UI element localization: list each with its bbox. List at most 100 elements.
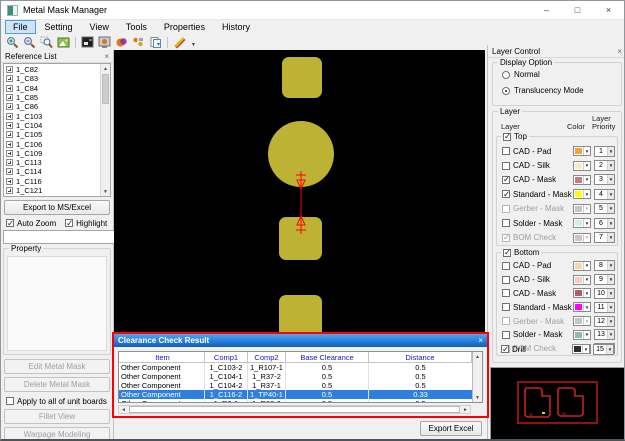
highlight-checkbox[interactable] bbox=[65, 219, 73, 227]
expand-icon[interactable] bbox=[6, 103, 13, 110]
minimize-button[interactable]: – bbox=[531, 1, 562, 19]
list-item[interactable]: 1_C113 bbox=[4, 158, 100, 167]
table-scrollbar[interactable] bbox=[472, 352, 482, 402]
color-dropdown[interactable] bbox=[573, 316, 591, 326]
list-item[interactable]: 1_C116 bbox=[4, 177, 100, 186]
component-dots-icon[interactable] bbox=[131, 35, 146, 49]
priority-dropdown[interactable]: 5 bbox=[594, 203, 615, 214]
color-dropdown[interactable] bbox=[573, 261, 591, 271]
col-base-clearance[interactable]: Base Clearance bbox=[286, 352, 369, 362]
translucency-radio[interactable] bbox=[502, 87, 510, 95]
scrollbar-thumb[interactable] bbox=[102, 74, 109, 104]
priority-dropdown[interactable]: 13 bbox=[594, 329, 615, 340]
layer-checkbox[interactable] bbox=[502, 162, 510, 170]
color-dropdown[interactable] bbox=[573, 218, 591, 228]
col-comp2[interactable]: Comp2 bbox=[248, 352, 286, 362]
scroll-right-icon[interactable] bbox=[461, 406, 470, 413]
list-item[interactable]: 1_C114 bbox=[4, 167, 100, 176]
expand-icon[interactable] bbox=[6, 150, 13, 157]
layer-checkbox[interactable] bbox=[502, 219, 510, 227]
copy-report-icon[interactable] bbox=[148, 35, 163, 49]
scroll-down-icon[interactable] bbox=[473, 393, 482, 402]
list-item[interactable]: 1_C85 bbox=[4, 93, 100, 102]
layer-checkbox[interactable] bbox=[502, 262, 510, 270]
list-item[interactable]: 1_C122 bbox=[4, 195, 100, 196]
translucency-icon[interactable] bbox=[114, 35, 129, 49]
expand-icon[interactable] bbox=[6, 141, 13, 148]
list-item[interactable]: 1_C106 bbox=[4, 139, 100, 148]
normal-option[interactable]: Normal bbox=[502, 70, 621, 79]
col-item[interactable]: Item bbox=[119, 352, 205, 362]
expand-icon[interactable] bbox=[6, 178, 13, 185]
drill-checkbox[interactable] bbox=[501, 345, 509, 353]
list-item[interactable]: 1_C84 bbox=[4, 84, 100, 93]
expand-icon[interactable] bbox=[6, 187, 13, 194]
clearance-close-icon[interactable]: × bbox=[478, 336, 483, 345]
expand-icon[interactable] bbox=[6, 94, 13, 101]
scroll-left-icon[interactable] bbox=[119, 406, 128, 413]
color-dropdown[interactable] bbox=[573, 175, 591, 185]
snapshot-icon[interactable] bbox=[56, 35, 71, 49]
auto-zoom-checkbox[interactable] bbox=[6, 219, 14, 227]
priority-dropdown[interactable]: 3 bbox=[594, 174, 615, 185]
panel-close-icon[interactable]: × bbox=[104, 52, 109, 61]
list-item[interactable]: 1_C104 bbox=[4, 121, 100, 130]
list-item[interactable]: 1_C105 bbox=[4, 130, 100, 139]
list-item[interactable]: 1_C103 bbox=[4, 111, 100, 120]
layer-checkbox[interactable] bbox=[502, 234, 510, 242]
layer-checkbox[interactable] bbox=[502, 190, 510, 198]
layer-checkbox[interactable] bbox=[502, 147, 510, 155]
maximize-button[interactable]: □ bbox=[562, 1, 593, 19]
scroll-down-icon[interactable] bbox=[101, 187, 110, 196]
list-item[interactable]: 1_C121 bbox=[4, 186, 100, 195]
zoom-out-icon[interactable] bbox=[22, 35, 37, 49]
design-canvas[interactable] bbox=[114, 50, 485, 332]
export-excel-button[interactable]: Export Excel bbox=[420, 421, 482, 436]
color-dropdown[interactable] bbox=[573, 189, 591, 199]
edit-metal-mask-button[interactable]: Edit Metal Mask bbox=[4, 359, 110, 374]
color-dropdown[interactable] bbox=[573, 146, 591, 156]
priority-dropdown[interactable]: 10 bbox=[594, 288, 615, 299]
delete-metal-mask-button[interactable]: Delete Metal Mask bbox=[4, 377, 110, 392]
normal-radio[interactable] bbox=[502, 71, 510, 79]
color-dropdown[interactable] bbox=[573, 330, 591, 340]
scrollbar-thumb[interactable] bbox=[129, 406, 460, 413]
search-input[interactable] bbox=[3, 230, 119, 244]
table-row[interactable]: Other Component1_C104-21_R37-10.50.5 bbox=[119, 381, 472, 390]
bottom-checkbox[interactable] bbox=[503, 249, 511, 257]
priority-dropdown[interactable]: 2 bbox=[594, 160, 615, 171]
color-dropdown[interactable] bbox=[573, 275, 591, 285]
expand-icon[interactable] bbox=[6, 131, 13, 138]
list-scrollbar[interactable] bbox=[100, 64, 110, 196]
menu-history[interactable]: History bbox=[214, 20, 258, 34]
expand-icon[interactable] bbox=[6, 66, 13, 73]
menu-tools[interactable]: Tools bbox=[118, 20, 155, 34]
display-board-icon[interactable] bbox=[80, 35, 95, 49]
menu-properties[interactable]: Properties bbox=[156, 20, 213, 34]
layer-checkbox[interactable] bbox=[502, 289, 510, 297]
priority-dropdown[interactable]: 15 bbox=[593, 344, 614, 355]
layer-checkbox[interactable] bbox=[502, 176, 510, 184]
table-row-selected[interactable]: Other Component1_C116-21_TP40-10.50.33 bbox=[119, 390, 472, 399]
clearance-title-bar[interactable]: Clearance Check Result × bbox=[114, 334, 487, 347]
color-dropdown[interactable] bbox=[573, 233, 591, 243]
color-dropdown[interactable] bbox=[573, 161, 591, 171]
priority-dropdown[interactable]: 6 bbox=[594, 218, 615, 229]
display-mask-icon[interactable] bbox=[97, 35, 112, 49]
expand-icon[interactable] bbox=[6, 122, 13, 129]
menu-setting[interactable]: Setting bbox=[37, 20, 81, 34]
list-item[interactable]: 1_C83 bbox=[4, 74, 100, 83]
layer-checkbox[interactable] bbox=[502, 276, 510, 284]
priority-dropdown[interactable]: 1 bbox=[594, 146, 615, 157]
layer-checkbox[interactable] bbox=[502, 205, 510, 213]
export-ms-excel-button[interactable]: Export to MS/Excel bbox=[4, 200, 110, 215]
apply-all-checkbox[interactable] bbox=[6, 397, 14, 405]
board-preview[interactable] bbox=[490, 367, 625, 440]
measure-icon[interactable] bbox=[172, 35, 187, 49]
priority-dropdown[interactable]: 4 bbox=[594, 189, 615, 200]
col-distance[interactable]: Distance bbox=[369, 352, 472, 362]
priority-dropdown[interactable]: 12 bbox=[594, 316, 615, 327]
priority-dropdown[interactable]: 11 bbox=[594, 302, 615, 313]
priority-dropdown[interactable]: 8 bbox=[594, 260, 615, 271]
zoom-window-icon[interactable] bbox=[39, 35, 54, 49]
